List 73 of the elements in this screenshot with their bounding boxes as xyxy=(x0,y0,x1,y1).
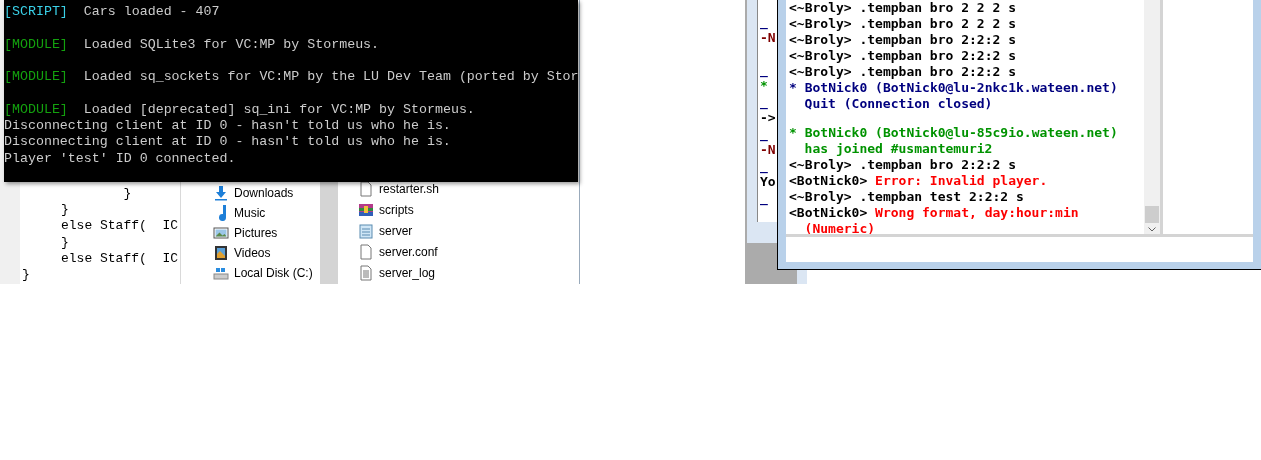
chat-nick: <BotNick0> xyxy=(789,205,868,221)
chat-fragment: -N xyxy=(760,142,776,158)
nav-item[interactable]: Music xyxy=(234,204,266,222)
drive-icon xyxy=(213,265,229,281)
console-tag: [MODULE] xyxy=(4,36,68,53)
console-text: Loaded SQLite3 for VC:MP by Stormeus. xyxy=(83,36,380,53)
scroll-down-icon[interactable] xyxy=(1148,227,1156,232)
chat-nick: <~Broly> xyxy=(789,157,852,173)
download-arrow-icon xyxy=(213,185,229,201)
film-icon xyxy=(213,245,229,261)
chat-fragment: -> xyxy=(760,110,776,126)
chat-message: .tempban bro 2 2 2 s xyxy=(859,0,1016,16)
file-item[interactable]: server_log xyxy=(379,263,436,282)
chat-message: .tempban bro 2 2 2 s xyxy=(859,16,1016,32)
chat-message: .tempban bro 2:2:2 s xyxy=(859,157,1016,173)
console-text: Loaded sq_sockets for VC:MP by the LU Dev Team (ported by Stor xyxy=(83,69,578,86)
chat-message: .tempban bro 2:2:2 s xyxy=(859,64,1016,80)
chat-message: * BotNick0 (BotNick0@lu-2nkc1k.wateen.net) xyxy=(789,80,1118,96)
chat-fragment: _ xyxy=(760,14,768,30)
code-line: } xyxy=(122,186,132,203)
console-text: Loaded [deprecated] sq_ini for VC:MP by Stormeus. xyxy=(83,101,475,119)
console-tag: [MODULE] xyxy=(4,69,68,86)
file-icon xyxy=(358,180,374,197)
chat-fragment: * xyxy=(760,78,768,94)
notepad-icon xyxy=(358,222,374,239)
console-text: Disconnecting client at ID 0 - hasn't told us who he is. xyxy=(4,134,451,151)
chat-message: (Numeric) xyxy=(804,221,876,234)
chat-message: .tempban bro 2:2:2 s xyxy=(859,32,1016,48)
chat-message: Wrong format, day:hour:min xyxy=(875,205,1079,221)
console-text: Disconnecting client at ID 0 - hasn't told us who he is. xyxy=(4,118,451,135)
chat-fragment: _ xyxy=(760,126,768,142)
chat-message: * BotNick0 (BotNick0@lu-85c9io.wateen.net) xyxy=(789,125,1118,141)
code-line: else Staff( IC xyxy=(60,218,179,235)
nav-item[interactable]: Downloads xyxy=(234,184,294,202)
chat-message: has joined #usmantemuri2 xyxy=(804,141,993,157)
file-icon xyxy=(358,243,374,260)
chat-message: .tempban test 2:2:2 s xyxy=(859,189,1024,205)
chat-message: Error: Invalid player. xyxy=(875,173,1048,189)
console-text: Player 'test' ID 0 connected. xyxy=(4,150,236,167)
code-line: } xyxy=(60,202,69,219)
music-note-icon xyxy=(216,205,226,221)
chat-fragment: _ xyxy=(760,62,768,78)
chat-nick: <~Broly> xyxy=(789,0,852,16)
chat-fragment: _ xyxy=(760,94,768,110)
text-file-icon xyxy=(358,264,374,281)
chat-nick: <~Broly> xyxy=(789,48,852,64)
chat-nick: <~Broly> xyxy=(789,189,852,205)
picture-icon xyxy=(213,225,229,241)
chat-nick: <~Broly> xyxy=(789,32,852,48)
nav-item[interactable]: Local Disk (C:) xyxy=(234,264,313,282)
code-line: else Staff( IC xyxy=(60,250,179,267)
chat-fragment: _ xyxy=(760,190,768,206)
file-item[interactable]: scripts xyxy=(379,200,414,219)
chat-nick: <BotNick0> xyxy=(789,173,868,189)
chat-fragment: -N xyxy=(760,30,776,46)
chat-nick: <~Broly> xyxy=(789,16,852,32)
console-tag: [SCRIPT] xyxy=(4,4,68,21)
nav-item[interactable]: Pictures xyxy=(234,224,278,242)
code-line: } xyxy=(60,234,69,251)
file-item[interactable]: server.conf xyxy=(379,242,438,261)
file-item[interactable]: server xyxy=(379,221,413,240)
console-text: Cars loaded - 407 xyxy=(83,4,220,21)
chat-fragment: Yo xyxy=(760,174,776,190)
chat-fragment: _ xyxy=(760,158,768,174)
scrollbar-thumb[interactable] xyxy=(1145,206,1159,223)
file-item[interactable]: restarter.sh xyxy=(379,179,440,198)
chat-nick: <~Broly> xyxy=(789,64,852,80)
code-line: } xyxy=(22,267,30,284)
archive-icon xyxy=(358,201,374,218)
console-tag: [MODULE] xyxy=(4,101,68,119)
nav-item[interactable]: Videos xyxy=(234,244,271,262)
chat-message: Quit (Connection closed) xyxy=(804,96,993,112)
chat-message: .tempban bro 2:2:2 s xyxy=(859,48,1016,64)
